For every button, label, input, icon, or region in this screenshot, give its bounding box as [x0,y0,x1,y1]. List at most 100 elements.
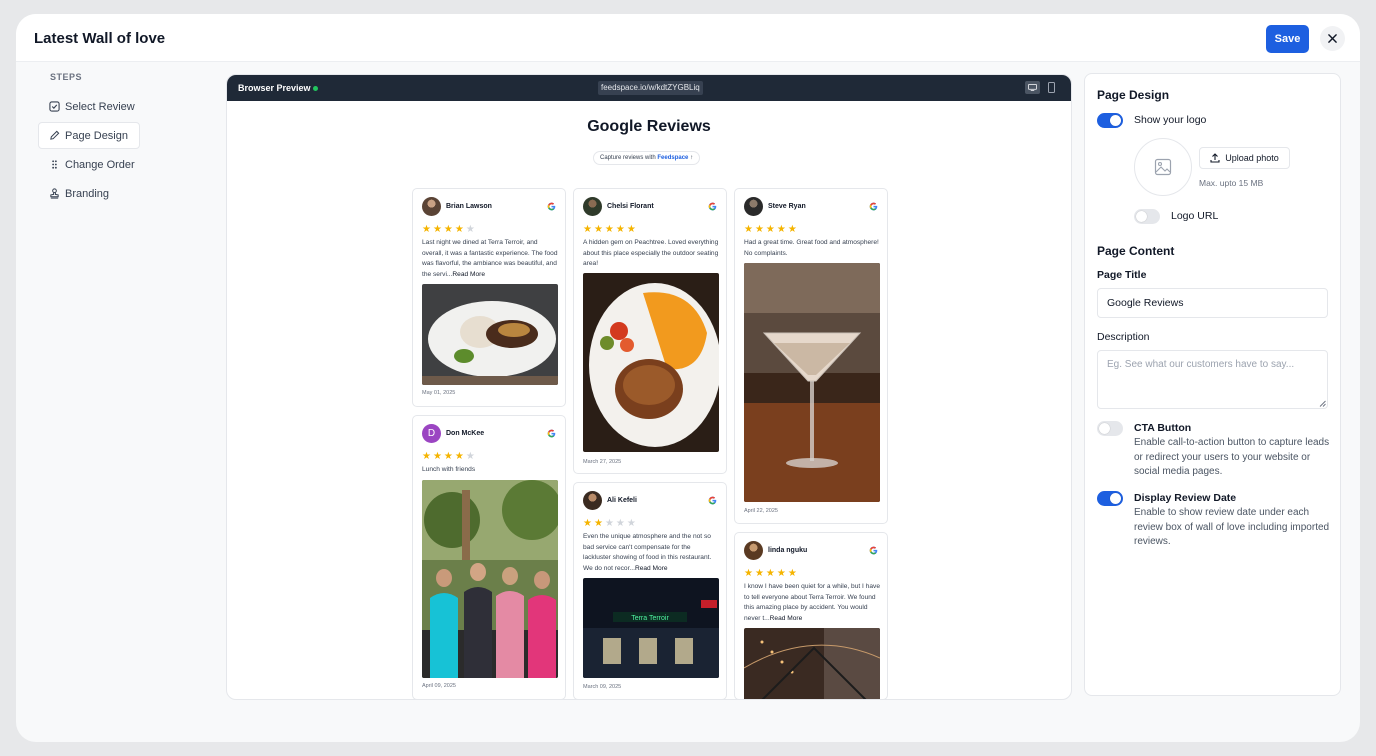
review-card[interactable]: D Don McKee ★★★★★ Lunch with friends Apr… [412,415,566,699]
description-input[interactable] [1097,350,1328,409]
review-card[interactable]: Brian Lawson ★★★★★ Last night we dined a… [412,188,566,407]
review-date: March 27, 2025 [583,459,622,465]
avatar: D [422,424,441,443]
status-dot [313,86,318,91]
steps-label: STEPS [50,72,83,82]
reviewer-name: Chelsi Florant [607,203,654,210]
google-icon [547,202,556,211]
reviewer-name: Don McKee [446,430,485,437]
avatar [583,197,602,216]
star-rating: ★★★★★ [583,518,638,529]
step-label: Change Order [65,158,135,171]
review-date: March 09, 2025 [583,684,622,690]
avatar [583,491,602,510]
review-header: Ali Kefeli [574,483,726,517]
review-date: May 01, 2025 [422,390,456,396]
review-text: Lunch with friends [422,466,476,473]
review-text: Last night we dined at Terra Terroir, an… [422,238,559,280]
google-icon [869,546,878,555]
capture-arrow: ↑ [690,155,694,161]
browser-bar: Browser Preview feedspace.io/w/kdtZYGBLi… [227,75,1071,101]
mobile-view-icon[interactable] [1047,81,1056,94]
cta-button-label: CTA Button [1134,422,1192,434]
review-photo [583,273,719,452]
review-body: I know I have been quiet for a while, bu… [744,583,880,622]
logo-placeholder[interactable] [1134,138,1192,196]
browser-preview: Browser Preview feedspace.io/w/kdtZYGBLi… [226,74,1072,700]
star-rating: ★★★★★ [422,224,477,235]
top-bar: Latest Wall of love Save [16,14,1360,62]
review-header: linda nguku [735,533,887,567]
toggle-knob [1136,211,1147,222]
review-text: Had a great time. Great food and atmosph… [744,239,879,257]
logo-url-toggle[interactable] [1134,209,1160,224]
toggle-knob [1110,115,1121,126]
review-photo [744,628,880,699]
close-icon [1328,34,1337,43]
preview-url: feedspace.io/w/kdtZYGBLiq [598,81,703,95]
avatar [422,197,441,216]
google-icon [708,202,717,211]
stamp-icon [48,188,60,200]
upload-photo-label: Upload photo [1225,153,1279,163]
review-body: Last night we dined at Terra Terroir, an… [422,239,558,278]
page-title-input[interactable] [1097,288,1328,318]
review-card[interactable]: linda nguku ★★★★★ I know I have been qui… [734,532,888,699]
review-header: Chelsi Florant [574,189,726,223]
save-button[interactable]: Save [1266,25,1309,53]
capture-text: Capture reviews with [600,155,656,161]
reviewer-name: linda nguku [768,547,808,554]
review-text: I know I have been quiet for a while, bu… [744,582,881,624]
storefront-sign: Terra Terroir [631,615,669,622]
cta-button-toggle[interactable] [1097,421,1123,436]
review-photo [422,480,558,678]
checkbox-icon [48,101,60,113]
review-date: April 09, 2025 [422,683,456,689]
page-content-title: Page Content [1097,244,1175,258]
drag-handle-icon [48,159,60,171]
review-header: D Don McKee [413,416,565,450]
page-design-title: Page Design [1097,88,1170,102]
avatar [744,197,763,216]
reviewer-name: Steve Ryan [768,203,806,210]
display-review-date-label: Display Review Date [1134,492,1237,504]
star-rating: ★★★★★ [744,568,799,579]
step-page-design[interactable]: Page Design [38,122,140,149]
avatar [744,541,763,560]
review-card[interactable]: Ali Kefeli ★★★★★ Even the unique atmosph… [573,482,727,699]
review-header: Steve Ryan [735,189,887,223]
resize-grip-icon[interactable] [1319,400,1326,407]
toggle-knob [1110,493,1121,504]
capture-badge[interactable]: Capture reviews with Feedspace ↑ [593,151,701,165]
step-label: Select Review [65,100,135,113]
step-branding[interactable]: Branding [38,180,140,207]
show-logo-toggle[interactable] [1097,113,1123,128]
review-photo [422,284,558,385]
upload-photo-button[interactable]: Upload photo [1199,147,1290,169]
show-logo-label: Show your logo [1134,114,1207,126]
cta-button-description: Enable call-to-action button to capture … [1134,437,1330,477]
upload-size-note: Max. upto 15 MB [1199,178,1264,188]
review-header: Brian Lawson [413,189,565,223]
reviewer-name: Ali Kefeli [607,497,637,504]
logo-url-label: Logo URL [1171,210,1219,222]
toggle-knob [1099,423,1110,434]
review-card[interactable]: Steve Ryan ★★★★★ Had a great time. Great… [734,188,888,524]
image-icon [1154,158,1172,176]
display-review-date-toggle[interactable] [1097,491,1123,506]
review-card[interactable]: Chelsi Florant ★★★★★ A hidden gem on Pea… [573,188,727,474]
read-more-link[interactable]: Read More [635,565,668,572]
close-button[interactable] [1320,26,1345,51]
step-change-order[interactable]: Change Order [38,151,140,178]
google-icon [547,429,556,438]
description-label: Description [1097,331,1150,343]
desktop-view-icon[interactable] [1025,81,1040,94]
step-select-review[interactable]: Select Review [38,93,140,120]
page-title: Latest Wall of love [34,30,166,47]
read-more-link[interactable]: Read More [770,615,803,622]
read-more-link[interactable]: Read More [452,271,485,278]
steps-nav: STEPS Select Review Page Design Change O… [38,72,208,209]
review-photo [744,263,880,502]
star-rating: ★★★★★ [583,224,638,235]
review-text: Even the unique atmosphere and the not s… [583,532,720,574]
